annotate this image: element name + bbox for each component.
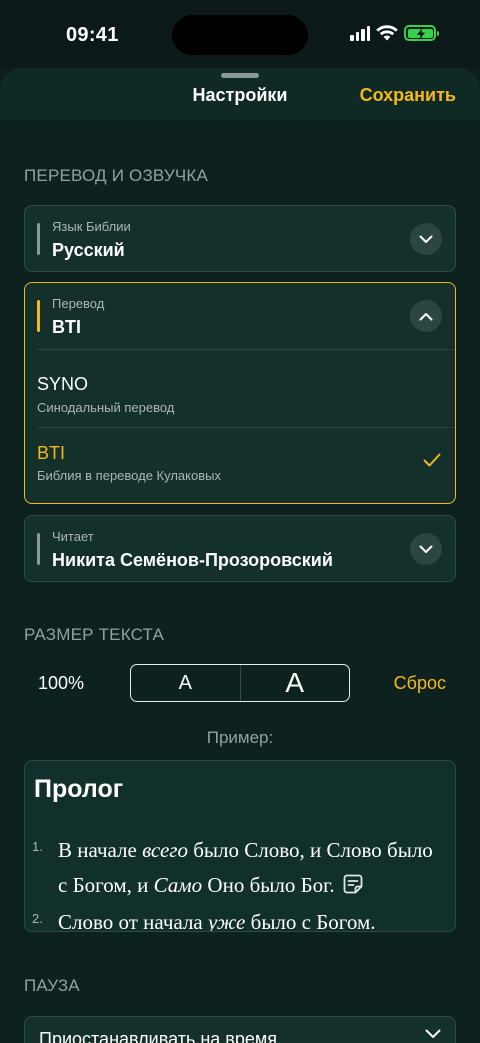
translation-select[interactable]: Перевод BTI SYNO Синодальный перевод BTI… (24, 282, 456, 504)
option-title: SYNO (37, 374, 89, 394)
text-size-segmented-control: A A (130, 664, 350, 702)
bible-language-value: Русский (52, 240, 125, 260)
option-divider (37, 427, 455, 428)
option-subtitle: Синодальный перевод (37, 400, 175, 415)
bible-language-label: Язык Библии (52, 219, 131, 234)
option-subtitle: Библия в переводе Кулаковых (37, 468, 221, 483)
sheet-grabber[interactable] (221, 73, 259, 78)
signal-icon (350, 25, 370, 41)
chevron-down-icon[interactable] (410, 223, 442, 255)
pause-value: Приостанавливать на время (39, 1029, 277, 1043)
verse-number: 1. (32, 839, 43, 854)
reader-value: Никита Семёнов-Прозоровский (52, 550, 333, 570)
example-label: Пример: (206, 728, 274, 747)
reader-select[interactable]: Читает Никита Семёнов-Прозоровский (24, 515, 456, 582)
reader-label: Читает (52, 529, 94, 544)
increase-text-size-button[interactable]: A (241, 665, 350, 701)
wifi-icon (376, 25, 398, 41)
field-indicator (37, 223, 40, 255)
status-time: 09:41 (66, 24, 119, 46)
note-icon[interactable] (342, 873, 364, 895)
field-indicator (37, 533, 40, 565)
option-title: BTI (37, 443, 66, 463)
text-size-row: 100% A A Сброс (24, 664, 456, 702)
translation-value: BTI (52, 317, 81, 337)
dynamic-island (172, 15, 308, 55)
section-title-text-size: РАЗМЕР ТЕКСТА (24, 625, 165, 644)
chevron-down-icon (425, 1029, 441, 1038)
chevron-up-icon[interactable] (410, 300, 442, 332)
status-bar: 09:41 (0, 0, 480, 68)
verse-line: с Богом, и Само Оно было Бог. (58, 873, 364, 898)
save-button[interactable]: Сохранить (360, 85, 456, 106)
translation-label: Перевод (52, 296, 105, 311)
checkmark-icon (423, 453, 441, 467)
status-icons (350, 25, 439, 41)
option-divider (37, 349, 455, 350)
verse-line: Слово от начала уже было с Богом. (58, 910, 376, 932)
text-preview: Пролог 1. В начале всего было Слово, и С… (24, 760, 456, 932)
field-indicator-active (37, 300, 40, 332)
preview-title: Пролог (34, 775, 124, 803)
section-title-translation: ПЕРЕВОД И ОЗВУЧКА (24, 166, 209, 185)
decrease-text-size-button[interactable]: A (131, 665, 241, 701)
bible-language-select[interactable]: Язык Библии Русский (24, 205, 456, 272)
battery-icon (404, 25, 439, 41)
pause-select[interactable]: Приостанавливать на время (24, 1016, 456, 1043)
text-size-percent: 100% (38, 673, 85, 693)
section-title-pause: ПАУЗА (24, 976, 80, 995)
verse-line: В начале всего было Слово, и Слово было (58, 838, 433, 862)
verse-number: 2. (32, 911, 43, 926)
chevron-down-icon[interactable] (410, 533, 442, 565)
reset-button[interactable]: Сброс (394, 673, 446, 694)
